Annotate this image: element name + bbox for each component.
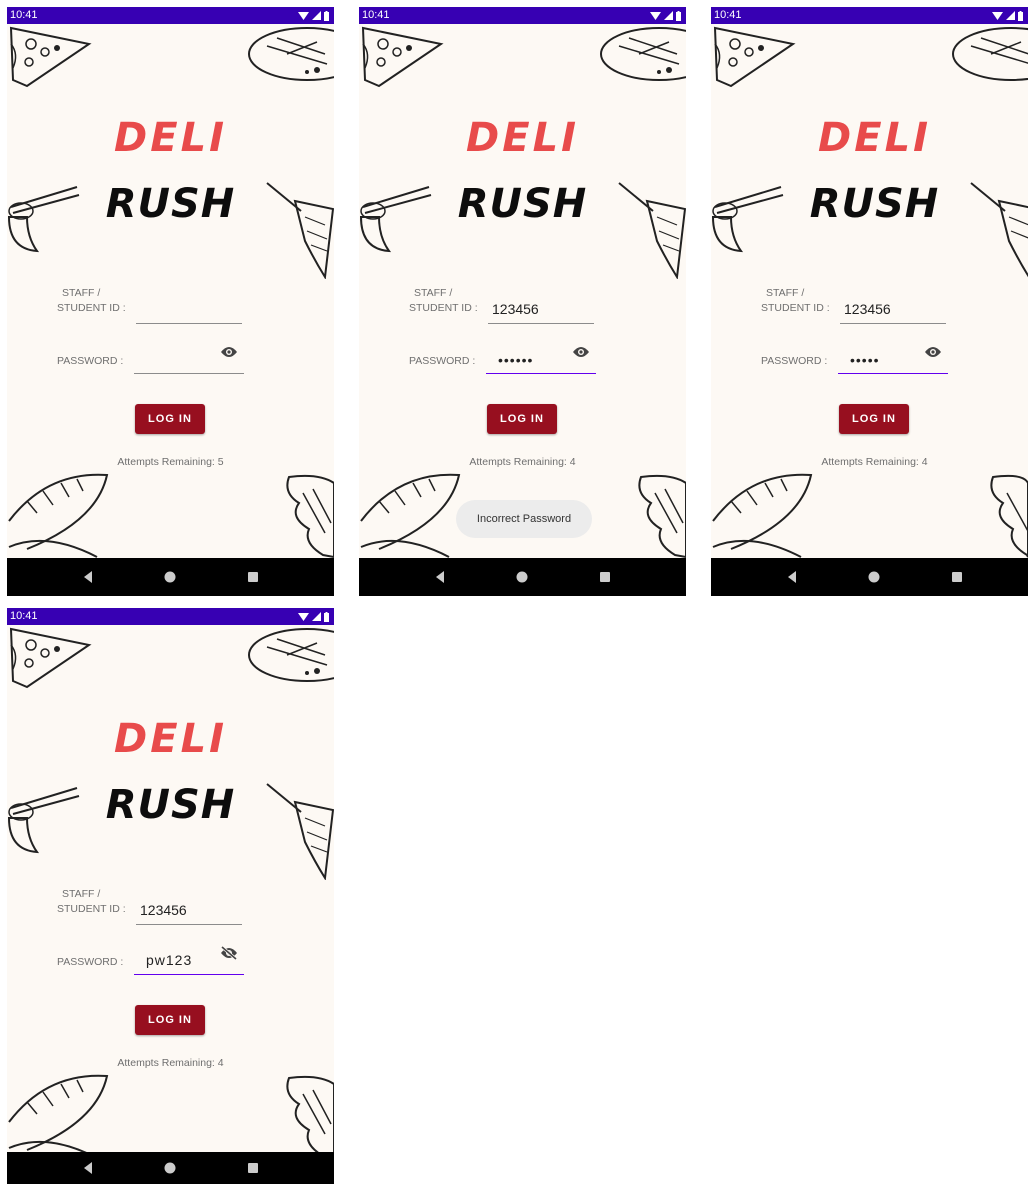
password-label: PASSWORD : xyxy=(57,956,124,968)
app-title-deli: DELI xyxy=(818,115,931,161)
recents-icon[interactable] xyxy=(950,570,964,584)
app-title-rush: RUSH xyxy=(105,181,236,227)
phone-screen-2: 10:41 DELI RUSH STAFF / STUDENT ID: 123… xyxy=(359,7,686,596)
status-time: 10:41 xyxy=(10,610,38,622)
student-id-input[interactable]: 123456 xyxy=(488,295,594,324)
nav-bar xyxy=(711,558,1028,596)
signal-icon xyxy=(1006,11,1015,20)
bread-loaf-icon xyxy=(8,1074,109,1159)
home-icon[interactable] xyxy=(515,570,529,584)
status-time: 10:41 xyxy=(714,9,742,21)
nav-bar xyxy=(7,558,334,596)
student-id-value: 123456 xyxy=(492,301,539,317)
phone-screen-1: 10:41 DELI RUSH STAFF / STUDENT ID: PAS… xyxy=(7,7,334,596)
status-bar: 10:41 xyxy=(7,7,334,24)
login-button[interactable]: LOG IN xyxy=(135,1005,205,1035)
password-input[interactable]: pw123 xyxy=(134,944,244,975)
nav-bar xyxy=(359,558,686,596)
student-id-input[interactable] xyxy=(136,295,242,324)
password-label: PASSWORD : xyxy=(409,355,476,367)
student-id-label: STAFF / STUDENT ID : xyxy=(761,287,830,314)
password-value: •••••• xyxy=(498,352,534,368)
attempts-remaining: Attempts Remaining: 4 xyxy=(117,1057,224,1069)
ice-cream-icon xyxy=(286,1075,334,1159)
back-icon[interactable] xyxy=(81,570,95,584)
signal-icon xyxy=(664,11,673,20)
wifi-icon xyxy=(992,12,1003,20)
eye-off-icon[interactable] xyxy=(220,946,238,960)
attempts-remaining: Attempts Remaining: 5 xyxy=(117,456,224,468)
attempts-remaining: Attempts Remaining: 4 xyxy=(469,456,576,468)
student-id-input[interactable]: 123456 xyxy=(136,896,242,925)
signal-icon xyxy=(312,612,321,621)
bread-loaf-icon xyxy=(8,473,109,558)
recents-icon[interactable] xyxy=(598,570,612,584)
error-toast: Incorrect Password xyxy=(456,500,592,538)
back-icon[interactable] xyxy=(433,570,447,584)
pizza-slice-icon xyxy=(9,627,92,689)
student-id-label: STAFF / STUDENT ID : xyxy=(57,888,126,915)
home-icon[interactable] xyxy=(163,1161,177,1175)
password-input[interactable]: •••••• xyxy=(486,343,596,374)
student-id-label: STAFF / STUDENT ID : xyxy=(57,287,126,314)
app-title-rush: RUSH xyxy=(105,782,236,828)
ice-cream-icon xyxy=(638,474,686,558)
nav-bar xyxy=(7,1152,334,1184)
student-id-label: STAFF / STUDENT ID : xyxy=(409,287,478,314)
battery-icon xyxy=(676,10,681,21)
home-icon[interactable] xyxy=(163,570,177,584)
pizza-slice-icon xyxy=(9,26,92,88)
recents-icon[interactable] xyxy=(246,1161,260,1175)
app-title-deli: DELI xyxy=(114,115,227,161)
login-button[interactable]: LOG IN xyxy=(487,404,557,434)
status-bar: 10:41 xyxy=(7,608,334,625)
wifi-icon xyxy=(298,613,309,621)
app-title-rush: RUSH xyxy=(809,181,940,227)
battery-icon xyxy=(1018,10,1023,21)
password-value: pw123 xyxy=(146,952,193,968)
platter-icon xyxy=(600,27,686,81)
wifi-icon xyxy=(650,12,661,20)
bread-loaf-icon xyxy=(712,473,813,558)
home-icon[interactable] xyxy=(867,570,881,584)
back-icon[interactable] xyxy=(81,1161,95,1175)
app-title-rush: RUSH xyxy=(457,181,588,227)
battery-icon xyxy=(324,10,329,21)
status-bar: 10:41 xyxy=(711,7,1028,24)
password-label: PASSWORD : xyxy=(57,355,124,367)
ice-cream-icon xyxy=(990,474,1028,558)
password-value: ••••• xyxy=(850,352,880,368)
login-button[interactable]: LOG IN xyxy=(135,404,205,434)
bread-loaf-icon xyxy=(360,473,461,558)
recents-icon[interactable] xyxy=(246,570,260,584)
status-time: 10:41 xyxy=(362,9,390,21)
signal-icon xyxy=(312,11,321,20)
eye-icon[interactable] xyxy=(572,345,590,359)
eye-icon[interactable] xyxy=(924,345,942,359)
student-id-value: 123456 xyxy=(844,301,891,317)
password-input[interactable]: ••••• xyxy=(838,343,948,374)
phone-screen-3: 10:41 DELI RUSH STAFF / STUDENT ID: 123… xyxy=(711,7,1028,596)
phone-screen-4: 10:41 DELI RUSH STAFF / STUDENT ID: 123… xyxy=(7,608,334,1184)
password-input[interactable] xyxy=(134,343,244,374)
wifi-icon xyxy=(298,12,309,20)
attempts-remaining: Attempts Remaining: 4 xyxy=(821,456,928,468)
app-title-deli: DELI xyxy=(114,716,227,762)
battery-icon xyxy=(324,611,329,622)
eye-icon[interactable] xyxy=(220,345,238,359)
status-bar: 10:41 xyxy=(359,7,686,24)
status-time: 10:41 xyxy=(10,9,38,21)
app-title-deli: DELI xyxy=(466,115,579,161)
platter-icon xyxy=(248,27,334,81)
pizza-slice-icon xyxy=(361,26,444,88)
password-label: PASSWORD : xyxy=(761,355,828,367)
platter-icon xyxy=(952,27,1028,81)
platter-icon xyxy=(248,628,334,682)
student-id-value: 123456 xyxy=(140,902,187,918)
pizza-slice-icon xyxy=(713,26,796,88)
login-button[interactable]: LOG IN xyxy=(839,404,909,434)
ice-cream-icon xyxy=(286,474,334,558)
back-icon[interactable] xyxy=(785,570,799,584)
student-id-input[interactable]: 123456 xyxy=(840,295,946,324)
